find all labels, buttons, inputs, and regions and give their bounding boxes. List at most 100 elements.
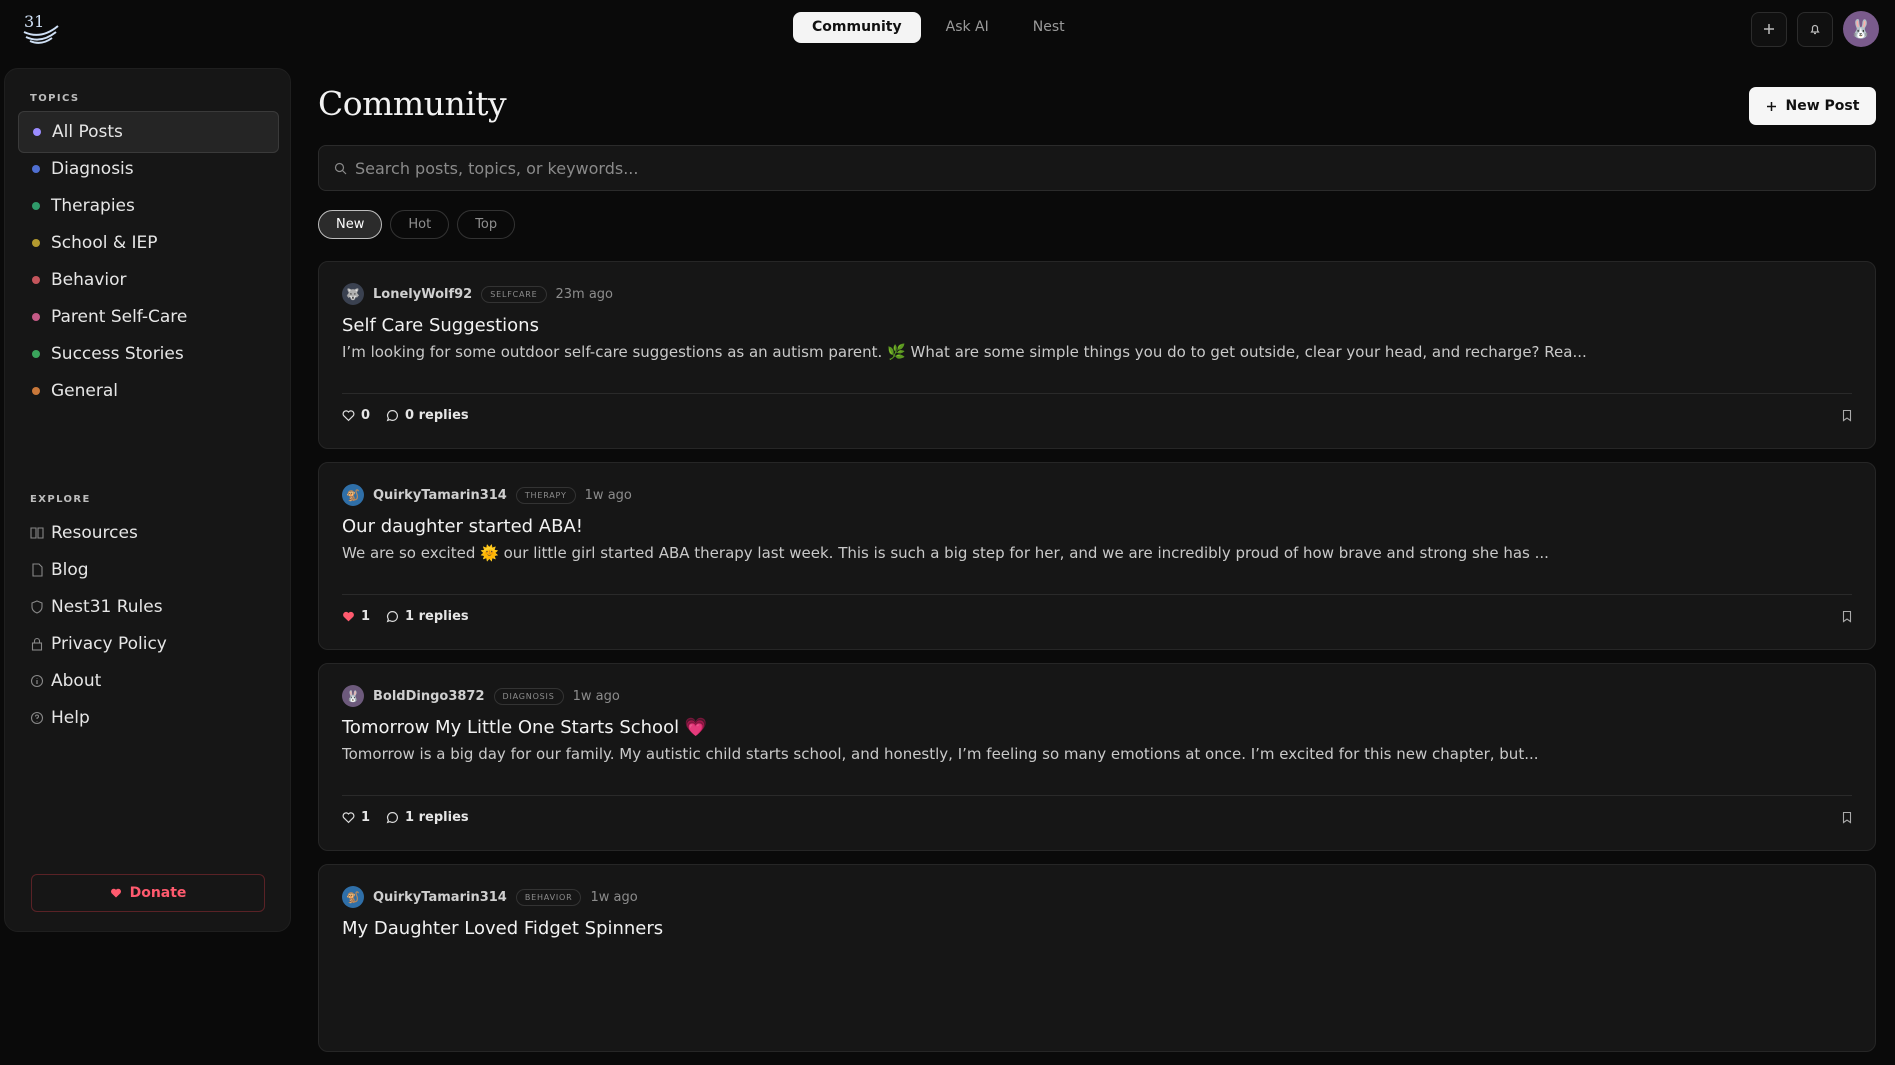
author-avatar[interactable]: 🐺 [342, 283, 364, 305]
replies-button[interactable]: 1 replies [386, 609, 469, 624]
author-name[interactable]: LonelyWolf92 [373, 287, 472, 302]
add-icon[interactable] [1751, 11, 1787, 47]
bookmark-icon[interactable] [1841, 811, 1853, 824]
tab-ask-ai[interactable]: Ask AI [927, 12, 1008, 43]
tab-community[interactable]: Community [793, 12, 921, 43]
author-name[interactable]: QuirkyTamarin314 [373, 488, 507, 503]
nest31-logo[interactable]: 31 [20, 10, 62, 46]
sidebar-item-general[interactable]: General [18, 370, 279, 412]
sidebar-item-label: Behavior [51, 270, 127, 290]
post-time: 23m ago [555, 286, 614, 302]
sidebar-item-privacy-policy[interactable]: Privacy Policy [18, 623, 279, 665]
post-meta: 🐒 QuirkyTamarin314 THERAPY 1w ago [342, 483, 1852, 507]
author-avatar[interactable]: 🐰 [342, 685, 364, 707]
sidebar-item-label: Blog [51, 560, 89, 580]
sidebar-item-blog[interactable]: Blog [18, 549, 279, 591]
divider [342, 795, 1852, 796]
reply-count: 1 replies [405, 810, 469, 825]
topic-dot [32, 202, 40, 210]
help-icon [30, 711, 44, 725]
like-count: 1 [361, 609, 371, 624]
bell-icon[interactable] [1797, 11, 1833, 47]
sidebar-item-help[interactable]: Help [18, 697, 279, 739]
sidebar-item-therapies[interactable]: Therapies [18, 185, 279, 227]
topic-badge: BEHAVIOR [515, 888, 582, 906]
search-input[interactable] [355, 158, 1875, 178]
sidebar-item-label: Therapies [51, 196, 135, 216]
svg-text:31: 31 [24, 12, 44, 31]
post-time: 1w ago [590, 889, 638, 905]
filter-top[interactable]: Top [457, 210, 516, 239]
post-meta: 🐰 BoldDingo3872 DIAGNOSIS 1w ago [342, 684, 1852, 708]
sidebar-item-success-stories[interactable]: Success Stories [18, 333, 279, 375]
sidebar-item-label: General [51, 381, 118, 401]
post-actions: 1 1 replies [342, 810, 469, 825]
filter-hot[interactable]: Hot [390, 210, 450, 239]
post-list: 🐺 LonelyWolf92 SELFCARE 23m ago Self Care Su… [318, 261, 1876, 1065]
sidebar-item-label: School & IEP [51, 233, 158, 253]
sidebar-item-nest31-rules[interactable]: Nest31 Rules [18, 586, 279, 628]
sidebar-item-resources[interactable]: Resources [18, 512, 279, 554]
topic-dot [32, 239, 40, 247]
new-post-button[interactable]: New Post [1749, 87, 1876, 125]
sidebar-item-about[interactable]: About [18, 660, 279, 702]
author-name[interactable]: QuirkyTamarin314 [373, 890, 507, 905]
sidebar-item-diagnosis[interactable]: Diagnosis [18, 148, 279, 190]
author-avatar[interactable]: 🐒 [342, 484, 364, 506]
search-icon [334, 162, 347, 174]
new-post-label: New Post [1785, 98, 1860, 114]
comment-icon [386, 410, 399, 422]
author-avatar[interactable]: 🐒 [342, 886, 364, 908]
page-title: Community [318, 84, 507, 123]
reply-count: 1 replies [405, 609, 469, 624]
shield-icon [31, 600, 43, 614]
filter-new[interactable]: New [318, 210, 383, 239]
sidebar-item-school-iep[interactable]: School & IEP [18, 222, 279, 264]
topic-dot [32, 276, 40, 284]
donate-button[interactable]: Donate [31, 874, 265, 912]
post-title[interactable]: Our daughter started ABA! [342, 516, 1852, 537]
explore-list: Resources Blog Nest31 Rules Privacy Policy A… [5, 512, 292, 734]
post-actions: 1 1 replies [342, 609, 469, 624]
tab-nest[interactable]: Nest [1014, 12, 1084, 43]
bookmark-icon[interactable] [1841, 409, 1853, 422]
post-time: 1w ago [584, 487, 632, 503]
divider [342, 594, 1852, 595]
plus-icon [1766, 101, 1776, 111]
topic-badge: SELFCARE [481, 285, 547, 303]
author-name[interactable]: BoldDingo3872 [373, 689, 485, 704]
bookmark-icon[interactable] [1841, 610, 1853, 623]
sidebar-item-label: Privacy Policy [51, 634, 167, 654]
post-excerpt: Tomorrow is a big day for our family. My… [342, 745, 1539, 763]
post-excerpt: I’m looking for some outdoor self-care s… [342, 343, 1587, 361]
like-button[interactable]: 1 [342, 609, 370, 624]
topics-label: TOPICS [30, 93, 80, 104]
topic-badge: THERAPY [515, 486, 576, 504]
like-button[interactable]: 0 [342, 408, 370, 423]
sort-filters: New Hot Top [318, 210, 516, 239]
post-card[interactable]: 🐺 LonelyWolf92 SELFCARE 23m ago Self Care Su… [318, 261, 1876, 449]
post-card[interactable]: 🐒 QuirkyTamarin314 THERAPY 1w ago Our daught… [318, 462, 1876, 650]
sidebar-item-behavior[interactable]: Behavior [18, 259, 279, 301]
sidebar-item-all-posts[interactable]: All Posts [18, 111, 279, 153]
post-title[interactable]: My Daughter Loved Fidget Spinners [342, 918, 1852, 939]
heart-icon [342, 410, 355, 422]
post-card[interactable]: 🐰 BoldDingo3872 DIAGNOSIS 1w ago Tomorrow My… [318, 663, 1876, 851]
post-title[interactable]: Tomorrow My Little One Starts School 💗 [342, 717, 1852, 738]
post-card[interactable]: 🐒 QuirkyTamarin314 BEHAVIOR 1w ago My Daught… [318, 864, 1876, 1052]
user-avatar[interactable]: 🐰 [1843, 11, 1879, 47]
divider [342, 393, 1852, 394]
like-button[interactable]: 1 [342, 810, 370, 825]
sidebar-item-parent-self-care[interactable]: Parent Self-Care [18, 296, 279, 338]
comment-icon [386, 812, 399, 824]
topic-dot [32, 313, 40, 321]
replies-button[interactable]: 1 replies [386, 810, 469, 825]
sidebar-item-label: Resources [51, 523, 138, 543]
topic-dot [32, 350, 40, 358]
topics-list: All Posts Diagnosis Therapies School & IEP B… [5, 111, 292, 407]
replies-button[interactable]: 0 replies [386, 408, 469, 423]
search-bar[interactable] [318, 145, 1876, 191]
post-title[interactable]: Self Care Suggestions [342, 315, 1852, 336]
topic-dot [32, 165, 40, 173]
document-icon [32, 563, 43, 577]
